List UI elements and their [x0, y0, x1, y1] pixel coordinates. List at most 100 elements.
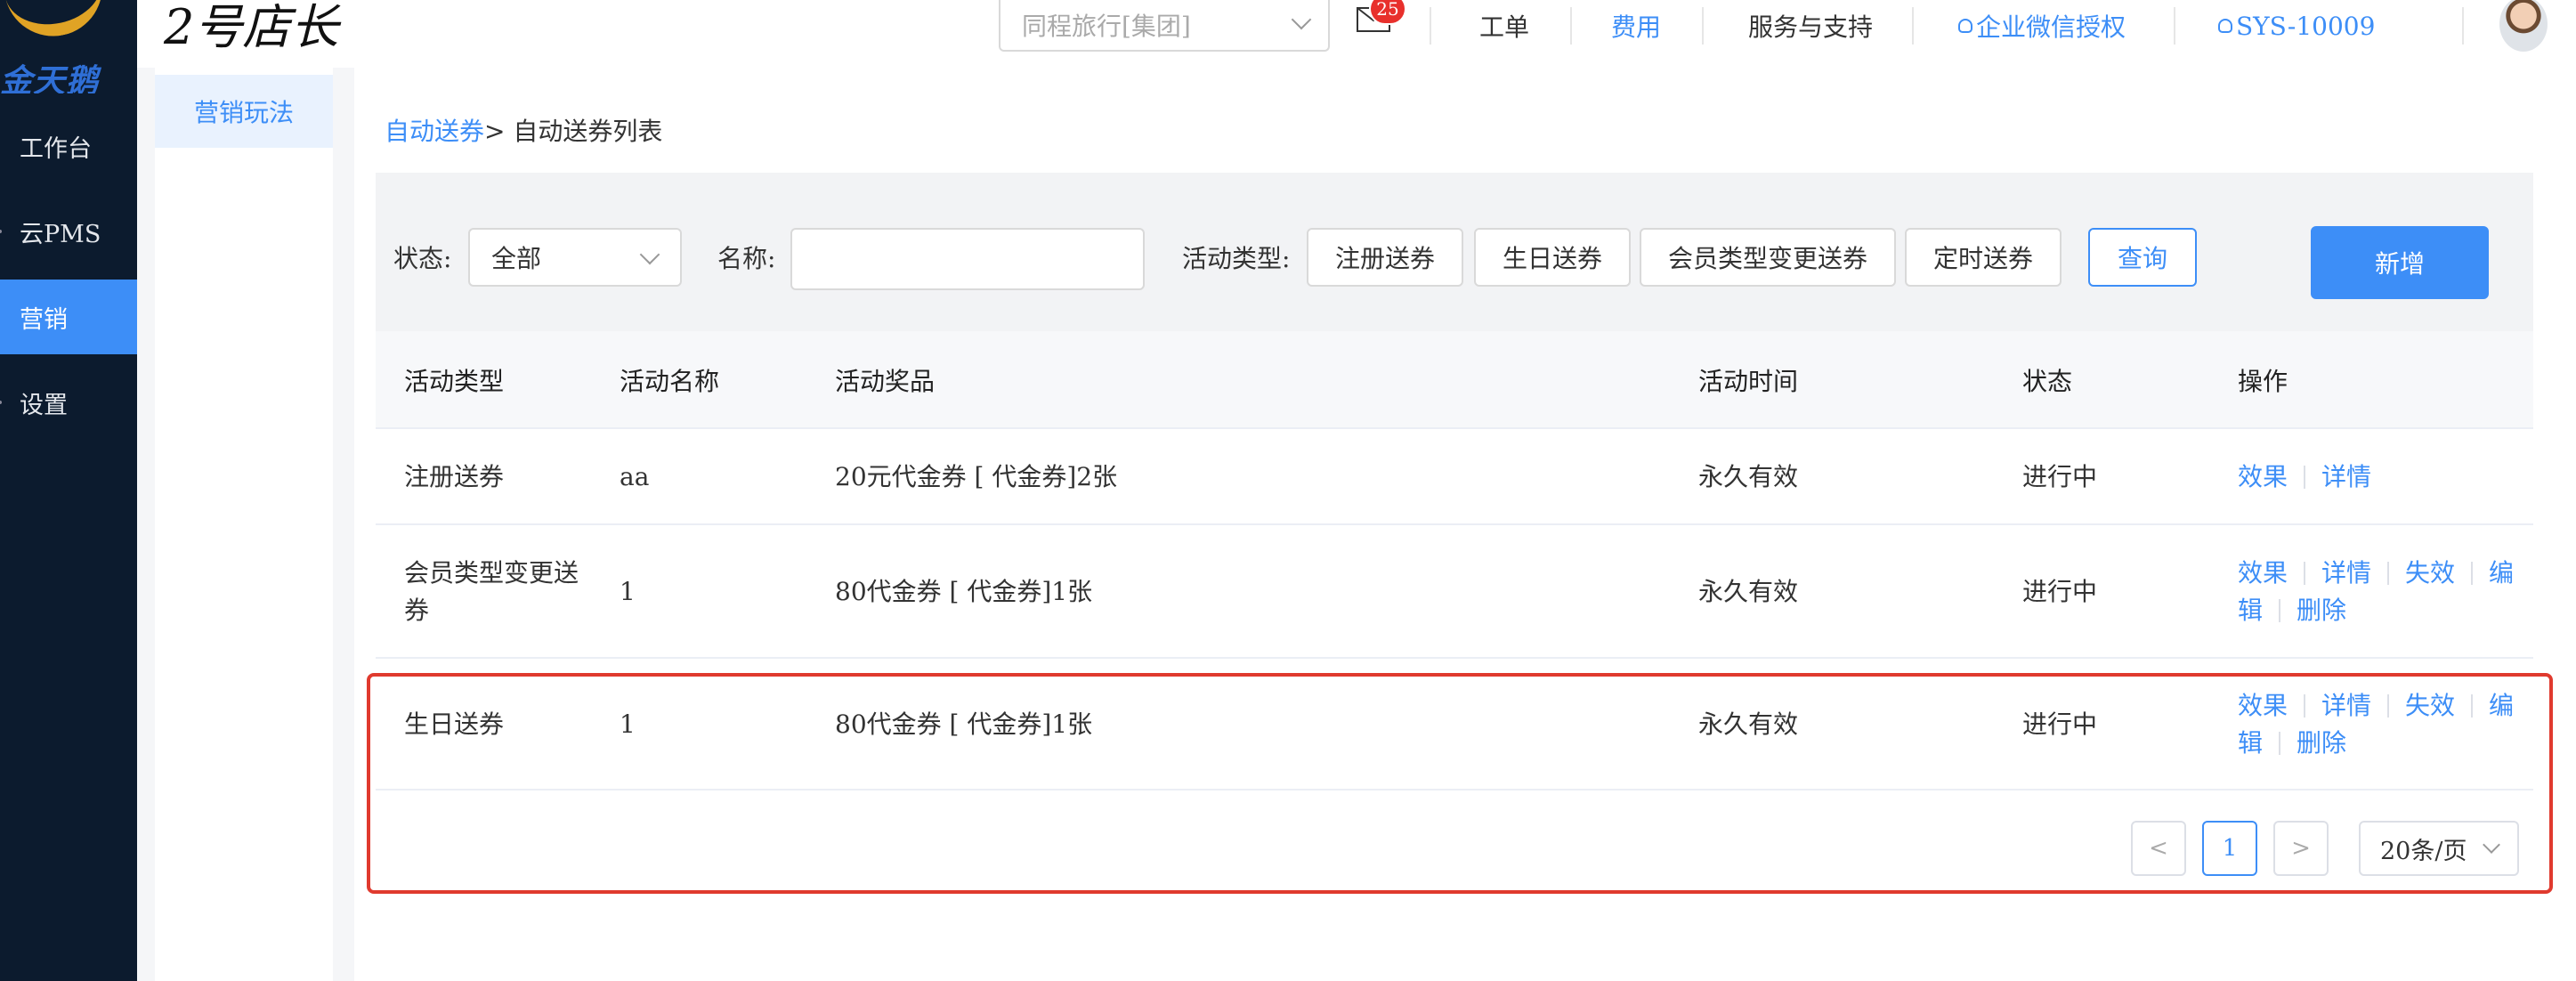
- bullet-icon: [0, 230, 2, 233]
- detail-link[interactable]: 详情: [2321, 687, 2371, 725]
- column-header: 活动奖品: [835, 367, 936, 396]
- cell-name: 1: [620, 577, 636, 606]
- table-row: 会员类型变更送券 1 80代金券 [ 代金券]1张 永久有效 进行中 效果 详情失…: [376, 525, 2533, 659]
- cell-prize: 80代金券 [ 代金券]1张: [835, 709, 1093, 739]
- cell-type: 注册送券: [404, 462, 505, 491]
- divider: [2304, 562, 2306, 585]
- header-divider: [1912, 7, 1914, 45]
- breadcrumb-current: > 自动送券列表: [484, 117, 663, 146]
- column-header: 活动类型: [404, 367, 505, 396]
- user-icon: [1958, 19, 1973, 33]
- sidebar-item-label: 设置: [20, 391, 68, 419]
- disable-link[interactable]: 失效: [2405, 555, 2455, 592]
- column-header: 活动时间: [1698, 367, 1799, 396]
- cell-status: 进行中: [2022, 462, 2098, 491]
- user-icon: [2218, 19, 2232, 33]
- divider: [2387, 694, 2390, 718]
- disable-link[interactable]: 失效: [2405, 687, 2455, 725]
- effect-link[interactable]: 效果: [2238, 458, 2288, 496]
- name-input[interactable]: [790, 228, 1145, 290]
- wechat-auth-link[interactable]: 企业微信授权: [1958, 0, 2126, 52]
- support-link[interactable]: 服务与支持: [1748, 0, 1873, 52]
- logo-text: 金天鹅: [0, 63, 100, 93]
- status-select-value: 全部: [491, 244, 542, 273]
- header-divider: [1430, 7, 1431, 45]
- delete-link[interactable]: 删除: [2297, 592, 2346, 629]
- sidebar-item-label: 云PMS: [20, 220, 101, 248]
- header-divider: [1570, 7, 1572, 45]
- divider: [2471, 562, 2474, 585]
- edit-link[interactable]: 编: [2489, 687, 2514, 725]
- cell-prize: 80代金券 [ 代金券]1张: [835, 577, 1093, 606]
- cell-prize: 20元代金券 [ 代金券]2张: [835, 462, 1118, 491]
- cell-time: 永久有效: [1698, 577, 1799, 606]
- cell-operations: 效果 详情 失效编 辑删除: [2238, 525, 2531, 659]
- user-account-label: SYS-10009: [2236, 11, 2376, 41]
- brand-title: 2号店长: [164, 0, 339, 55]
- sidebar-item-cloud-pms[interactable]: 云PMS: [0, 194, 137, 269]
- breadcrumb-parent-link[interactable]: 自动送券: [385, 117, 484, 146]
- add-button[interactable]: 新增: [2311, 226, 2489, 299]
- cell-operations: 效果 详情 失效编 辑删除: [2238, 659, 2531, 790]
- divider: [2471, 694, 2474, 718]
- query-button[interactable]: 查询: [2088, 228, 2197, 287]
- ticket-link[interactable]: 工单: [1479, 0, 1529, 52]
- logo-swoosh-icon: [4, 0, 112, 45]
- cell-name: aa: [620, 462, 650, 491]
- effect-link[interactable]: 效果: [2238, 687, 2288, 725]
- table-row: 注册送券 aa 20元代金券 [ 代金券]2张 永久有效 进行中 效果 详情: [376, 429, 2533, 525]
- divider: [2304, 694, 2306, 718]
- chevron-down-icon: [639, 244, 660, 265]
- user-account-link[interactable]: SYS-10009: [2218, 0, 2375, 52]
- main-content: 自动送券> 自动送券列表 状态: 全部 名称: 活动类型: 注册送券 生日送券 …: [354, 68, 2576, 981]
- sidebar-item-marketing[interactable]: 营销: [0, 280, 137, 354]
- sidebar-item-label: 营销: [20, 305, 68, 334]
- status-select[interactable]: 全部: [468, 228, 682, 287]
- type-register-button[interactable]: 注册送券: [1307, 228, 1463, 287]
- effect-link[interactable]: 效果: [2238, 555, 2288, 592]
- sidebar-item-settings[interactable]: 设置: [0, 365, 137, 440]
- bullet-icon: [0, 401, 2, 404]
- divider: [2279, 732, 2281, 755]
- wechat-auth-label: 企业微信授权: [1976, 12, 2126, 42]
- avatar[interactable]: [2499, 0, 2548, 52]
- header-divider: [1702, 7, 1704, 45]
- cell-time: 永久有效: [1698, 462, 1799, 491]
- cell-type: 生日送券: [404, 709, 505, 739]
- table-row: 生日送券 1 80代金券 [ 代金券]1张 永久有效 进行中 效果 详情 失效编 辑…: [376, 659, 2533, 790]
- cell-time: 永久有效: [1698, 709, 1799, 739]
- column-header: 活动名称: [620, 367, 720, 396]
- chevron-down-icon: [1291, 9, 1312, 30]
- status-label: 状态:: [393, 244, 452, 273]
- delete-link[interactable]: 删除: [2297, 725, 2346, 762]
- cell-name: 1: [620, 709, 636, 739]
- type-scheduled-button[interactable]: 定时送券: [1905, 228, 2062, 287]
- edit-link[interactable]: 辑: [2238, 592, 2263, 629]
- detail-link[interactable]: 详情: [2321, 555, 2371, 592]
- cell-status: 进行中: [2022, 709, 2098, 739]
- submenu-item-marketing-play[interactable]: 营销玩法: [155, 75, 333, 148]
- page-size-select[interactable]: 20条/页: [2359, 821, 2519, 876]
- header-divider: [2174, 7, 2175, 45]
- sidebar-item-label: 工作台: [20, 134, 92, 163]
- cell-operations: 效果 详情: [2238, 429, 2531, 525]
- sidebar-item-workbench[interactable]: 工作台: [0, 109, 137, 183]
- edit-link[interactable]: 编: [2489, 555, 2514, 592]
- divider: [2279, 599, 2281, 622]
- type-birthday-button[interactable]: 生日送券: [1474, 228, 1631, 287]
- column-header: 状态: [2022, 367, 2073, 396]
- cell-status: 进行中: [2022, 577, 2098, 606]
- prev-page-button[interactable]: <: [2131, 821, 2186, 876]
- header-divider: [2462, 7, 2464, 45]
- type-member-change-button[interactable]: 会员类型变更送券: [1640, 228, 1896, 287]
- org-select[interactable]: 同程旅行[集团]: [999, 0, 1330, 52]
- divider: [2304, 466, 2306, 489]
- page-size-value: 20条/页: [2380, 837, 2467, 865]
- detail-link[interactable]: 详情: [2321, 458, 2371, 496]
- page-1-button[interactable]: 1: [2202, 821, 2257, 876]
- secondary-menu: 营销玩法: [155, 68, 333, 981]
- fees-link[interactable]: 费用: [1611, 0, 1661, 52]
- next-page-button[interactable]: >: [2273, 821, 2329, 876]
- column-header: 操作: [2238, 367, 2288, 396]
- edit-link[interactable]: 辑: [2238, 725, 2263, 762]
